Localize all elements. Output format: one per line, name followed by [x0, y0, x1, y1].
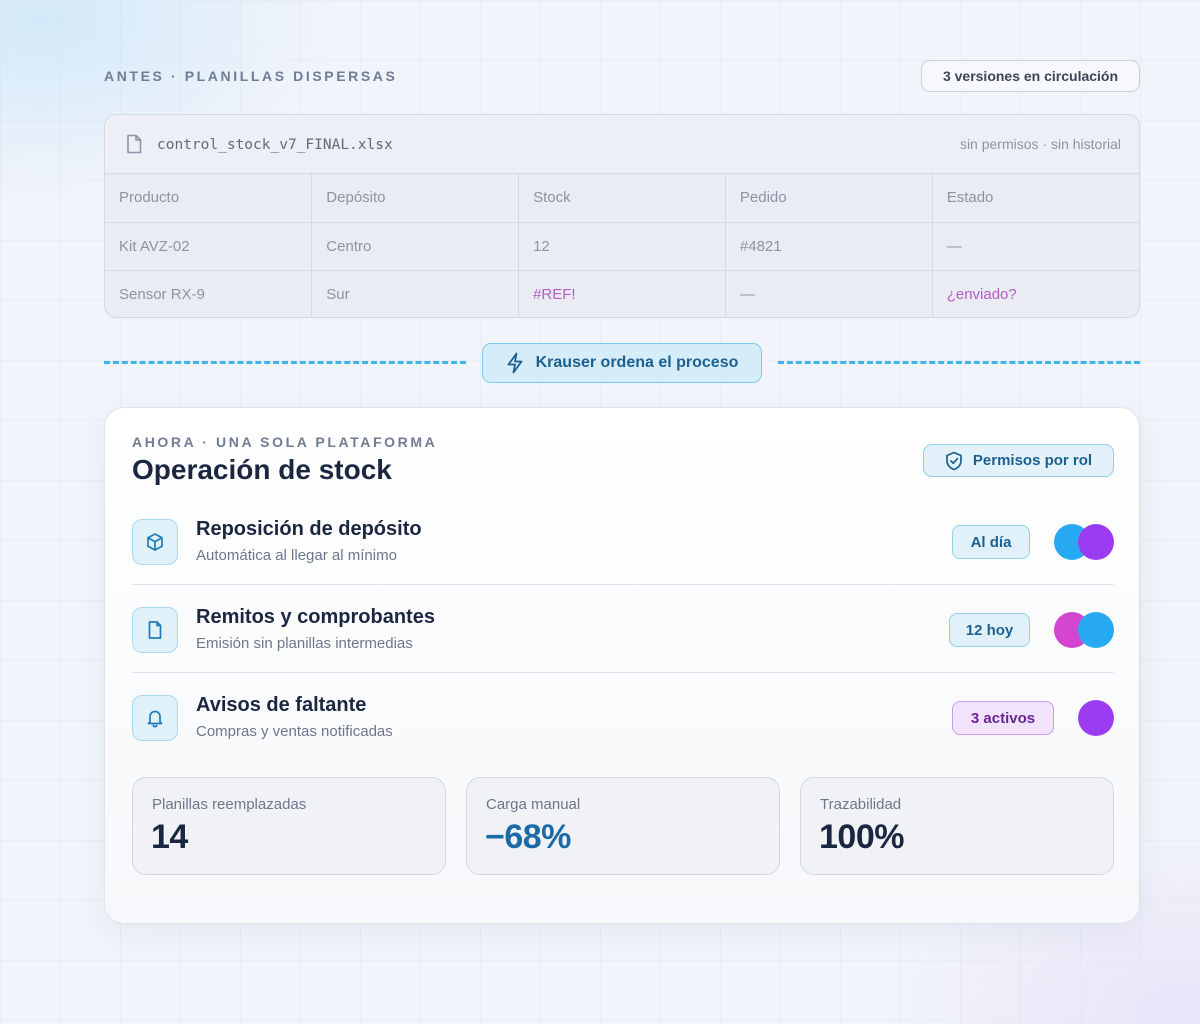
- after-section-label: AHORA · UNA SOLA PLATAFORMA: [132, 434, 438, 450]
- table-cell: Kit AVZ-02: [105, 222, 313, 271]
- column-header: Pedido: [725, 174, 933, 223]
- process-title: Avisos de faltante: [196, 694, 367, 716]
- avatar: [1078, 612, 1114, 648]
- table-row: Kit AVZ-02 Centro 12 #4821 —: [105, 222, 1139, 271]
- kpi-label: Trazabilidad: [820, 796, 902, 813]
- bell-icon: [132, 695, 178, 741]
- column-header: Estado: [932, 174, 1139, 223]
- status-badge: Al día: [952, 525, 1030, 559]
- table-header-row: Producto Depósito Stock Pedido Estado: [105, 174, 1139, 223]
- file-icon: [125, 134, 143, 154]
- table-cell: —: [932, 222, 1139, 271]
- status-badge: 3 activos: [952, 701, 1054, 735]
- krauser-process-label: Krauser ordena el proceso: [535, 354, 739, 371]
- legacy-spreadsheet: control_stock_v7_FINAL.xlsx sin permisos…: [104, 114, 1140, 318]
- table-cell: Centro: [311, 222, 520, 271]
- avatar: [1078, 524, 1114, 560]
- lightning-icon: [506, 352, 524, 374]
- column-header: Producto: [105, 174, 313, 223]
- kpi-value: 14: [151, 818, 188, 856]
- table-cell-error: ¿enviado?: [946, 285, 1017, 303]
- table-cell: Sur: [311, 270, 520, 317]
- permissions-badge-label: Permisos por rol: [972, 452, 1093, 469]
- box-icon: [132, 519, 178, 565]
- status-badge: 12 hoy: [949, 613, 1030, 647]
- column-header: Stock: [518, 174, 726, 223]
- card-title: Operación de stock: [132, 454, 392, 485]
- file-meta: sin permisos · sin historial: [959, 136, 1121, 152]
- table-cell: Sensor RX-9: [105, 270, 313, 317]
- kpi-value: 100%: [819, 818, 904, 856]
- avatar: [1078, 700, 1114, 736]
- spreadsheet-header: control_stock_v7_FINAL.xlsx sin permisos…: [105, 115, 1139, 174]
- divider-dashed-line-right: [778, 361, 1140, 364]
- spreadsheet-grid: Producto Depósito Stock Pedido Estado Ki…: [105, 174, 1139, 317]
- process-title: Reposición de depósito: [196, 518, 422, 540]
- kpi-trazabilidad: Trazabilidad 100%: [800, 777, 1114, 875]
- process-row-reposicion[interactable]: Reposición de depósito Automática al lle…: [132, 497, 1114, 585]
- process-title: Remitos y comprobantes: [196, 606, 435, 628]
- process-subtitle: Compras y ventas notificadas: [196, 723, 393, 740]
- file-name: control_stock_v7_FINAL.xlsx: [157, 137, 393, 153]
- process-subtitle: Emisión sin planillas intermedias: [196, 635, 413, 652]
- process-row-remitos[interactable]: Remitos y comprobantes Emisión sin plani…: [132, 585, 1114, 673]
- table-cell-error: #REF!: [518, 270, 726, 317]
- kpi-carga-manual: Carga manual −68%: [466, 777, 780, 875]
- table-cell: 12: [518, 222, 726, 271]
- table-row: Sensor RX-9 Sur #REF! — ¿enviado?: [105, 270, 1139, 317]
- krauser-process-pill: Krauser ordena el proceso: [482, 343, 762, 383]
- divider-dashed-line-left: [104, 361, 466, 364]
- table-cell: #4821: [725, 222, 933, 271]
- kpi-value: −68%: [485, 818, 571, 856]
- platform-card: AHORA · UNA SOLA PLATAFORMA Operación de…: [104, 407, 1140, 924]
- kpi-label: Planillas reemplazadas: [152, 796, 307, 813]
- column-header: Depósito: [311, 174, 520, 223]
- process-row-avisos[interactable]: Avisos de faltante Compras y ventas noti…: [132, 673, 1114, 761]
- before-section-label: ANTES · PLANILLAS DISPERSAS: [104, 68, 398, 84]
- kpi-label: Carga manual: [486, 796, 581, 813]
- permissions-badge: Permisos por rol: [923, 444, 1114, 477]
- kpi-planillas-reemplazadas: Planillas reemplazadas 14: [132, 777, 446, 875]
- shield-check-icon: [945, 451, 963, 471]
- process-subtitle: Automática al llegar al mínimo: [196, 547, 397, 564]
- versions-badge: 3 versiones en circulación: [921, 60, 1140, 92]
- table-cell: —: [725, 270, 933, 317]
- document-icon: [132, 607, 178, 653]
